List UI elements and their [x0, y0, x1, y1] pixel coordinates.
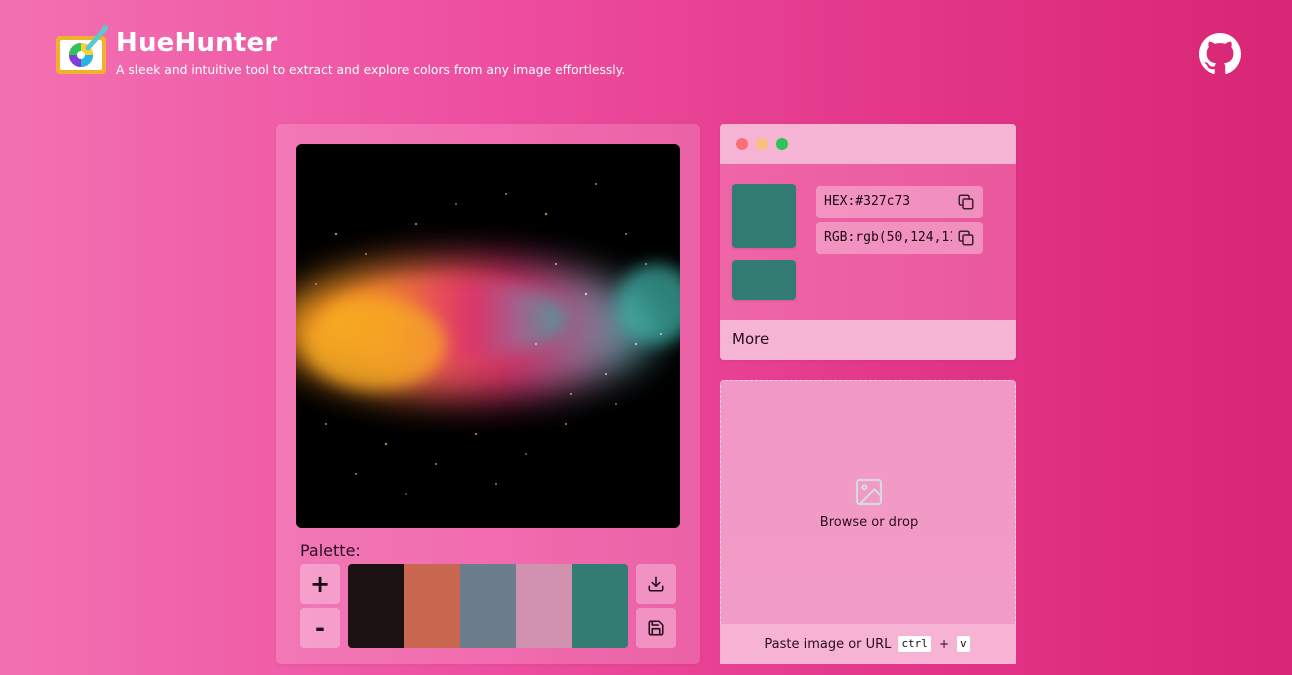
palette-swatch[interactable] — [348, 564, 404, 648]
image-preview[interactable] — [296, 144, 680, 528]
add-color-button[interactable]: + — [300, 564, 340, 604]
key-plus: + — [938, 637, 949, 651]
github-icon[interactable] — [1199, 33, 1241, 75]
palette-swatch[interactable] — [572, 564, 628, 648]
palette-swatch[interactable] — [404, 564, 460, 648]
image-panel: Palette: + - — [276, 124, 700, 664]
more-button[interactable]: More — [720, 320, 1016, 360]
download-palette-button[interactable] — [636, 564, 676, 604]
selected-color-preview — [732, 260, 796, 300]
download-icon — [648, 576, 664, 592]
paste-hint-text: Paste image or URL — [764, 636, 892, 652]
color-info-panel: HEX:#327c73 RGB:rgb(50,124,115) More — [720, 124, 1016, 360]
remove-color-label: - — [315, 614, 325, 642]
paste-hint-bar: Paste image or URL ctrl + v — [720, 624, 1016, 664]
hex-code-field[interactable]: HEX:#327c73 — [816, 186, 983, 218]
copy-icon[interactable] — [957, 229, 975, 247]
save-icon — [648, 620, 664, 636]
image-icon — [855, 478, 883, 506]
image-dropzone[interactable]: Browse or drop — [720, 380, 1016, 624]
palette-swatch[interactable] — [460, 564, 516, 648]
palette-swatch[interactable] — [516, 564, 572, 648]
window-maximize-dot — [776, 138, 788, 150]
copy-icon[interactable] — [957, 193, 975, 211]
selected-color-swatch — [732, 184, 796, 248]
ctrl-key: ctrl — [898, 636, 931, 652]
app-title: HueHunter — [116, 28, 278, 58]
remove-color-button[interactable]: - — [300, 608, 340, 648]
hex-code-text: HEX:#327c73 — [824, 194, 911, 209]
rgb-code-text: RGB:rgb(50,124,115) — [824, 230, 952, 245]
window-minimize-dot — [756, 138, 768, 150]
rgb-code-field[interactable]: RGB:rgb(50,124,115) — [816, 222, 983, 254]
app-logo — [54, 24, 108, 76]
app-subtitle: A sleek and intuitive tool to extract an… — [116, 63, 626, 77]
palette-strip — [348, 564, 628, 648]
window-titlebar — [720, 124, 1016, 164]
upload-panel: Browse or drop Paste image or URL ctrl +… — [720, 380, 1016, 664]
add-color-label: + — [309, 570, 331, 598]
window-close-dot — [736, 138, 748, 150]
palette-label: Palette: — [300, 541, 361, 560]
v-key: v — [957, 636, 970, 652]
browse-or-drop-text: Browse or drop — [819, 515, 919, 530]
more-label: More — [732, 330, 770, 348]
save-palette-button[interactable] — [636, 608, 676, 648]
